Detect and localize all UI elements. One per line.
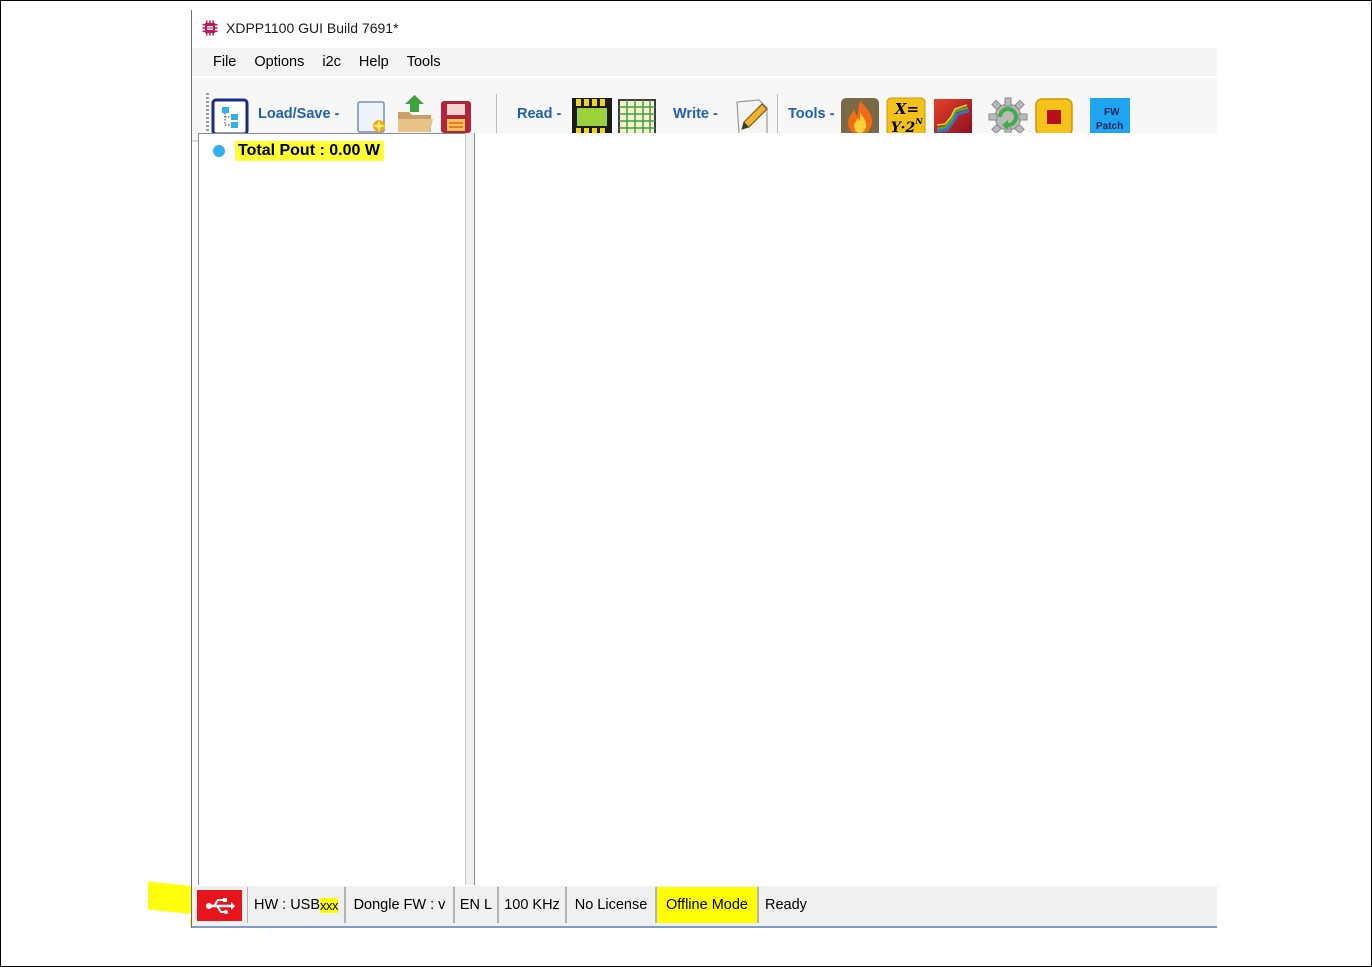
fw-patch-icon: FW Patch [1090,98,1130,136]
fw-patch-top-text: FW [1104,107,1120,118]
usb-status[interactable] [197,890,242,921]
save-button[interactable] [438,98,474,136]
toolbar-grip[interactable] [206,93,209,137]
license-text: No License [574,897,648,913]
write-button[interactable] [733,96,773,138]
stop-icon [1035,98,1073,136]
hw-status-suffix: xxx [320,897,339,913]
menu-i2c[interactable]: i2c [313,54,350,70]
save-icon [441,101,471,133]
ready-text: Ready [765,897,807,913]
gear-refresh-icon [988,97,1028,137]
gear-refresh-button[interactable] [987,96,1029,138]
ready-status: Ready [758,887,1217,923]
total-pout-label: Total Pout : 0.00 W [235,141,384,161]
highlighter-mark [148,881,196,915]
open-folder-button[interactable] [395,92,435,136]
usb-icon [205,897,235,914]
main-content-pane [475,133,1217,885]
menu-help[interactable]: Help [350,54,398,70]
tools-label: Tools - [788,106,835,122]
toolbar-separator [496,94,497,136]
table-grid-icon [618,99,656,135]
status-dot-icon [213,145,225,157]
i2c-speed-status: 100 KHz [498,887,566,923]
window-title: XDPP1100 GUI Build 7691* [226,19,399,36]
load-save-label: Load/Save - [258,106,340,122]
enable-status: EN L [454,887,498,923]
fw-patch-button[interactable]: FW Patch [1090,98,1130,136]
enable-status-text: EN L [459,897,493,913]
license-status: No License [566,887,656,923]
window-left-edge [191,10,192,928]
mode-status: Offline Mode [656,887,758,923]
hw-status: HW : USB xxx [247,887,345,923]
title-bar: XDPP1100 GUI Build 7691* [191,10,1217,45]
status-bar: HW : USB xxx Dongle FW : v EN L 100 KHz N… [191,886,1217,928]
chart-tool-button[interactable] [932,97,974,137]
formula-exponent-text: N [914,116,923,126]
hw-status-prefix: HW : USB [253,897,321,913]
write-label: Write - [673,106,718,122]
tree-item-total-pout[interactable]: Total Pout : 0.00 W [213,141,384,161]
menu-tools[interactable]: Tools [398,54,450,70]
formula-tool-button[interactable]: X= Y·2 N [886,96,926,138]
open-folder-icon [398,95,433,132]
i2c-speed-text: 100 KHz [504,897,560,913]
chart-icon [934,99,972,135]
tree-view-button[interactable] [211,98,249,136]
toolbar-separator [777,94,778,136]
app-icon [202,20,218,35]
pane-splitter[interactable] [465,133,475,885]
menu-bar: File Options i2c Help Tools [192,48,1217,76]
new-file-icon [357,101,385,133]
tree-view-icon [211,98,249,136]
app-window: XDPP1100 GUI Build 7691* File Options i2… [191,10,1217,930]
read-label: Read - [517,106,562,122]
formula-icon: X= Y·2 N [886,97,926,137]
menu-options[interactable]: Options [245,54,313,70]
dongle-fw-status: Dongle FW : v [345,887,454,923]
stop-button[interactable] [1034,97,1074,137]
pencil-write-icon [736,99,768,135]
fw-patch-bottom-text: Patch [1096,121,1123,132]
menu-file[interactable]: File [204,54,245,70]
device-tree-pane[interactable]: Total Pout : 0.00 W [198,133,466,885]
mode-text: Offline Mode [666,897,748,913]
new-file-button[interactable] [354,99,390,135]
dongle-fw-text: Dongle FW : v [353,897,446,913]
read-table-button[interactable] [616,97,658,137]
